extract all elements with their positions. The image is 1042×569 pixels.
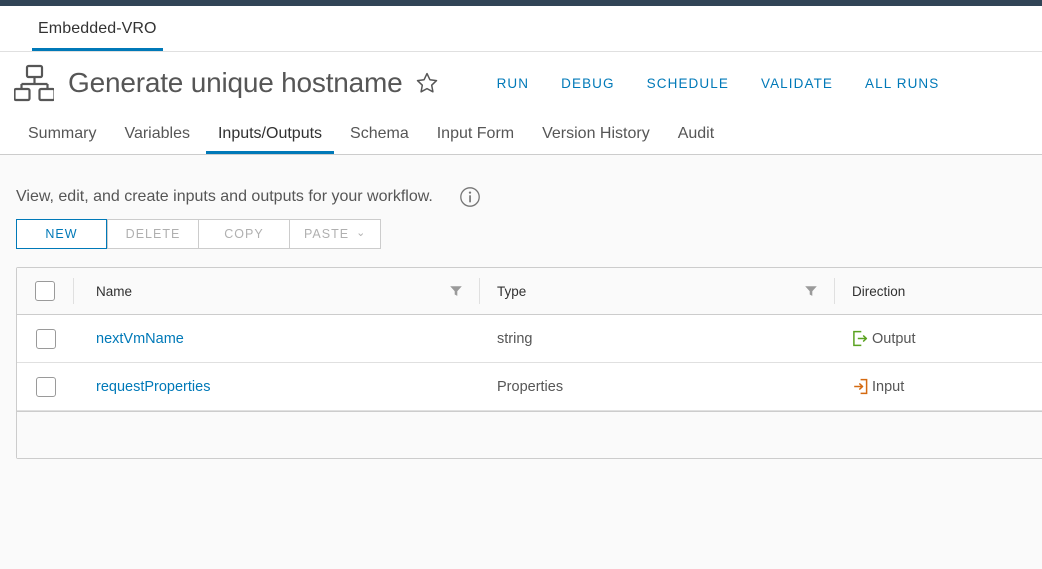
table-header-row: Name Type Direction: [17, 268, 1042, 315]
output-arrow-icon: [852, 330, 869, 347]
debug-button[interactable]: DEBUG: [545, 70, 631, 97]
content-area: View, edit, and create inputs and output…: [0, 155, 1042, 569]
all-runs-button[interactable]: ALL RUNS: [849, 70, 955, 97]
tab-inputs-outputs[interactable]: Inputs/Outputs: [204, 114, 336, 154]
table-row[interactable]: nextVmName string Output: [17, 315, 1042, 363]
validate-button[interactable]: VALIDATE: [745, 70, 849, 97]
select-all-cell: [17, 278, 74, 304]
column-header-name-label: Name: [96, 283, 133, 299]
filter-icon-type[interactable]: [804, 284, 818, 298]
tab-label: Input Form: [436, 125, 515, 142]
select-all-checkbox[interactable]: [35, 281, 55, 301]
input-arrow-icon: [852, 378, 869, 395]
info-circle-icon[interactable]: [459, 186, 481, 208]
inputs-outputs-table: Name Type Direction nextVmName string Ou…: [16, 267, 1042, 459]
run-button[interactable]: RUN: [481, 70, 546, 97]
cell-name: requestProperties: [74, 363, 480, 410]
chevron-down-icon: ⌄: [356, 226, 367, 239]
cell-direction: Output: [835, 330, 1042, 347]
schedule-button[interactable]: SCHEDULE: [631, 70, 745, 97]
parameter-type: string: [497, 330, 533, 347]
tab-label: Variables: [124, 125, 190, 142]
filter-icon-name[interactable]: [449, 284, 463, 298]
delete-button-label: DELETE: [125, 227, 181, 241]
column-header-type-label: Type: [497, 283, 527, 299]
description-row: View, edit, and create inputs and output…: [16, 155, 1042, 213]
copy-button-label: COPY: [224, 227, 264, 241]
row-checkbox[interactable]: [35, 328, 56, 349]
tab-label: Audit: [677, 125, 715, 142]
paste-button[interactable]: PASTE ⌄: [289, 219, 382, 249]
cell-direction: Input: [835, 378, 1042, 395]
tab-label: Summary: [28, 125, 97, 142]
parameter-type: Properties: [497, 378, 564, 395]
column-header-type[interactable]: Type: [480, 278, 835, 304]
column-header-direction-label: Direction: [852, 283, 906, 299]
row-checkbox[interactable]: [35, 376, 56, 397]
table-row[interactable]: requestProperties Properties Input: [17, 363, 1042, 411]
app-tab-strip: Embedded-VRO: [0, 6, 1042, 52]
cell-type: Properties: [480, 363, 835, 410]
tab-variables[interactable]: Variables: [110, 114, 204, 154]
tab-audit[interactable]: Audit: [664, 114, 728, 154]
page-title: Generate unique hostname: [68, 67, 403, 98]
tab-schema[interactable]: Schema: [336, 114, 423, 154]
star-outline-icon[interactable]: [415, 71, 439, 95]
app-tab-label: Embedded-VRO: [38, 19, 157, 37]
copy-button[interactable]: COPY: [198, 219, 289, 249]
tab-summary[interactable]: Summary: [14, 114, 110, 154]
tab-input-form[interactable]: Input Form: [423, 114, 528, 154]
tab-label: Inputs/Outputs: [217, 125, 323, 142]
row-select-cell: [17, 363, 74, 410]
cell-type: string: [480, 315, 835, 362]
description-text: View, edit, and create inputs and output…: [16, 188, 433, 205]
column-header-direction[interactable]: Direction: [835, 284, 1042, 299]
tab-version-history[interactable]: Version History: [528, 114, 664, 154]
sub-tab-bar: Summary Variables Inputs/Outputs Schema …: [0, 114, 1042, 154]
tab-label: Version History: [542, 125, 650, 142]
app-tab-embedded-vro[interactable]: Embedded-VRO: [32, 6, 163, 51]
cell-name: nextVmName: [74, 315, 480, 362]
header-region: Embedded-VRO Generate unique hostname RU…: [0, 6, 1042, 155]
direction-label: Output: [872, 330, 916, 347]
parameter-link[interactable]: requestProperties: [96, 379, 210, 395]
row-select-cell: [17, 315, 74, 362]
new-button-label: NEW: [45, 227, 78, 241]
table-footer: [17, 411, 1042, 458]
parameter-link[interactable]: nextVmName: [96, 331, 184, 347]
tab-label: Schema: [350, 125, 409, 142]
header-action-links: RUN DEBUG SCHEDULE VALIDATE ALL RUNS: [481, 70, 956, 97]
workflow-hierarchy-icon: [14, 64, 54, 102]
new-button[interactable]: NEW: [16, 219, 107, 249]
direction-label: Input: [872, 378, 905, 395]
paste-button-label: PASTE: [304, 227, 350, 241]
column-header-name[interactable]: Name: [74, 278, 480, 304]
grid-toolbar: NEW DELETE COPY PASTE ⌄: [16, 219, 1042, 249]
delete-button[interactable]: DELETE: [107, 219, 198, 249]
page-title-row: Generate unique hostname RUN DEBUG SCHED…: [0, 52, 1042, 114]
